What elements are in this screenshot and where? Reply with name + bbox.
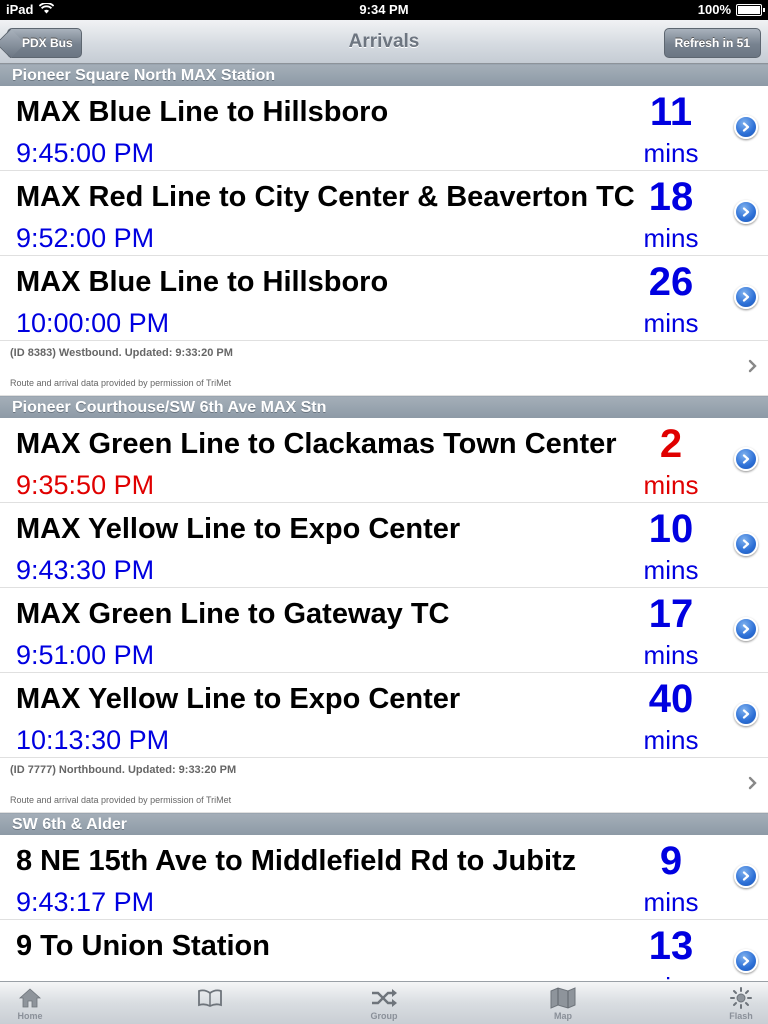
arrival-row[interactable]: MAX Blue Line to Hillsboro 10:00:00 PM 2… (0, 256, 768, 341)
tab-label: Home (17, 1011, 43, 1021)
minutes-label: mins (643, 470, 699, 500)
arrival-time: 9:52:00 PM (16, 223, 155, 253)
tab-label: Map (554, 1011, 572, 1021)
home-icon (0, 986, 60, 1010)
minutes-label: mins (643, 138, 699, 168)
tab-label: Group (370, 1011, 398, 1021)
minutes-value: 10 (648, 507, 694, 551)
battery-percent: 100% (697, 2, 731, 17)
minutes-value: 18 (648, 175, 694, 219)
stop-info-row[interactable]: (ID 7777) Northbound. Updated: 9:33:20 P… (0, 758, 768, 813)
tab-flash[interactable]: Flash (711, 986, 768, 1021)
route-name: MAX Blue Line to Hillsboro (16, 266, 389, 298)
section-header: SW 6th & Alder (0, 813, 768, 835)
stop-info-row[interactable]: (ID 8383) Westbound. Updated: 9:33:20 PM… (0, 341, 768, 396)
shuffle-icon (354, 986, 414, 1010)
arrival-row[interactable]: 8 NE 15th Ave to Middlefield Rd to Jubit… (0, 835, 768, 920)
arrival-time: 10:00:00 PM (16, 308, 170, 338)
arrival-row[interactable]: MAX Red Line to City Center & Beaverton … (0, 171, 768, 256)
route-name: MAX Yellow Line to Expo Center (16, 513, 461, 545)
detail-disclosure-icon[interactable] (734, 200, 758, 224)
detail-disclosure-icon[interactable] (734, 115, 758, 139)
detail-disclosure-icon[interactable] (734, 949, 758, 973)
arrival-row[interactable]: MAX Yellow Line to Expo Center 9:43:30 P… (0, 503, 768, 588)
section-header: Pioneer Courthouse/SW 6th Ave MAX Stn (0, 396, 768, 418)
minutes-value: 11 (649, 90, 693, 134)
detail-disclosure-icon[interactable] (734, 532, 758, 556)
tab-bookmarks[interactable] (180, 986, 240, 1011)
minutes-label: mins (643, 308, 699, 338)
route-name: MAX Blue Line to Hillsboro (16, 96, 389, 128)
arrival-time: 9:51:00 PM (16, 640, 155, 670)
detail-disclosure-icon[interactable] (734, 447, 758, 471)
route-name: MAX Green Line to Clackamas Town Center (16, 428, 617, 460)
minutes-value: 26 (648, 260, 694, 304)
minutes-value: 40 (648, 677, 694, 721)
detail-disclosure-icon[interactable] (734, 617, 758, 641)
arrival-row[interactable]: MAX Green Line to Gateway TC 9:51:00 PM … (0, 588, 768, 673)
status-time: 9:34 PM (359, 2, 409, 17)
route-name: 9 To Union Station (16, 930, 270, 962)
chevron-right-icon (748, 776, 757, 790)
arrival-time: 9:43:30 PM (16, 555, 155, 585)
page-title: Arrivals (348, 31, 420, 52)
flash-icon (711, 986, 768, 1010)
arrival-time: 10:13:30 PM (16, 725, 170, 755)
navigation-bar: PDX Bus Arrivals Refresh in 51 (0, 20, 768, 64)
data-attribution: Route and arrival data provided by permi… (10, 795, 232, 805)
route-name: MAX Red Line to City Center & Beaverton … (16, 181, 635, 213)
route-name: MAX Green Line to Gateway TC (16, 598, 450, 630)
route-name: MAX Yellow Line to Expo Center (16, 683, 461, 715)
tab-map[interactable]: Map (533, 986, 593, 1021)
tab-home[interactable]: Home (0, 986, 60, 1021)
minutes-value: 2 (659, 422, 683, 466)
arrival-row[interactable]: MAX Yellow Line to Expo Center 10:13:30 … (0, 673, 768, 758)
tab-group[interactable]: Group (354, 986, 414, 1021)
detail-disclosure-icon[interactable] (734, 285, 758, 309)
route-name: 8 NE 15th Ave to Middlefield Rd to Jubit… (16, 845, 577, 877)
minutes-label: mins (636, 972, 706, 981)
map-icon (533, 986, 593, 1010)
detail-disclosure-icon[interactable] (734, 864, 758, 888)
section-header: Pioneer Square North MAX Station (0, 64, 768, 86)
arrival-row[interactable]: 9 To Union Station 13 mins (0, 920, 768, 981)
book-icon (180, 986, 240, 1010)
arrival-row[interactable]: MAX Blue Line to Hillsboro 9:45:00 PM 11… (0, 86, 768, 171)
battery-icon (736, 3, 765, 16)
arrival-row[interactable]: MAX Green Line to Clackamas Town Center … (0, 418, 768, 503)
refresh-button[interactable]: Refresh in 51 (663, 28, 761, 58)
arrivals-table[interactable]: Pioneer Square North MAX Station MAX Blu… (0, 64, 768, 981)
minutes-label: mins (643, 887, 699, 917)
minutes-value: 9 (659, 839, 683, 883)
detail-disclosure-icon[interactable] (734, 702, 758, 726)
stop-id-status: (ID 8383) Westbound. Updated: 9:33:20 PM (10, 347, 233, 359)
arrival-time: 9:43:17 PM (16, 887, 155, 917)
data-attribution: Route and arrival data provided by permi… (10, 378, 232, 388)
tab-bar: Home Group Map Flash (0, 981, 768, 1024)
chevron-right-icon (748, 359, 757, 373)
minutes-label: mins (643, 555, 699, 585)
minutes-value: 17 (648, 592, 694, 636)
stop-id-status: (ID 7777) Northbound. Updated: 9:33:20 P… (10, 764, 237, 776)
minutes-label: mins (643, 640, 699, 670)
minutes-label: mins (643, 223, 699, 253)
tab-label: Flash (729, 1011, 753, 1021)
arrival-time: 9:35:50 PM (16, 470, 155, 500)
status-bar: iPad 9:34 PM 100% (0, 0, 768, 20)
arrival-time: 9:45:00 PM (16, 138, 155, 168)
minutes-value: 13 (648, 924, 694, 968)
minutes-label: mins (643, 725, 699, 755)
